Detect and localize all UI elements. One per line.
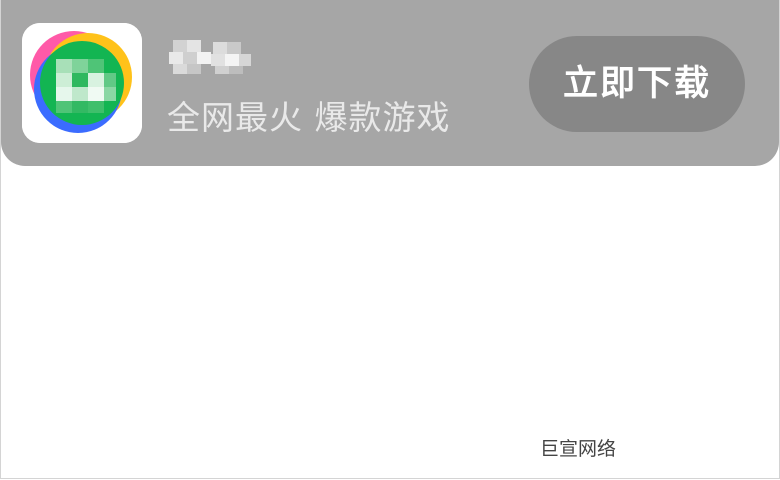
app-ad-banner[interactable]: 全网最火 爆款游戏 立即下载 [1,0,779,166]
app-logo-graphic [22,23,142,143]
ad-frame: 全网最火 爆款游戏 立即下载 巨宣网络 [0,0,780,479]
ad-source-label: 巨宣网络 [540,438,617,460]
download-button[interactable]: 立即下载 [529,36,745,132]
app-slogan: 全网最火 爆款游戏 [167,98,451,137]
app-logo-icon[interactable] [22,23,142,143]
app-name-redacted [169,40,251,74]
